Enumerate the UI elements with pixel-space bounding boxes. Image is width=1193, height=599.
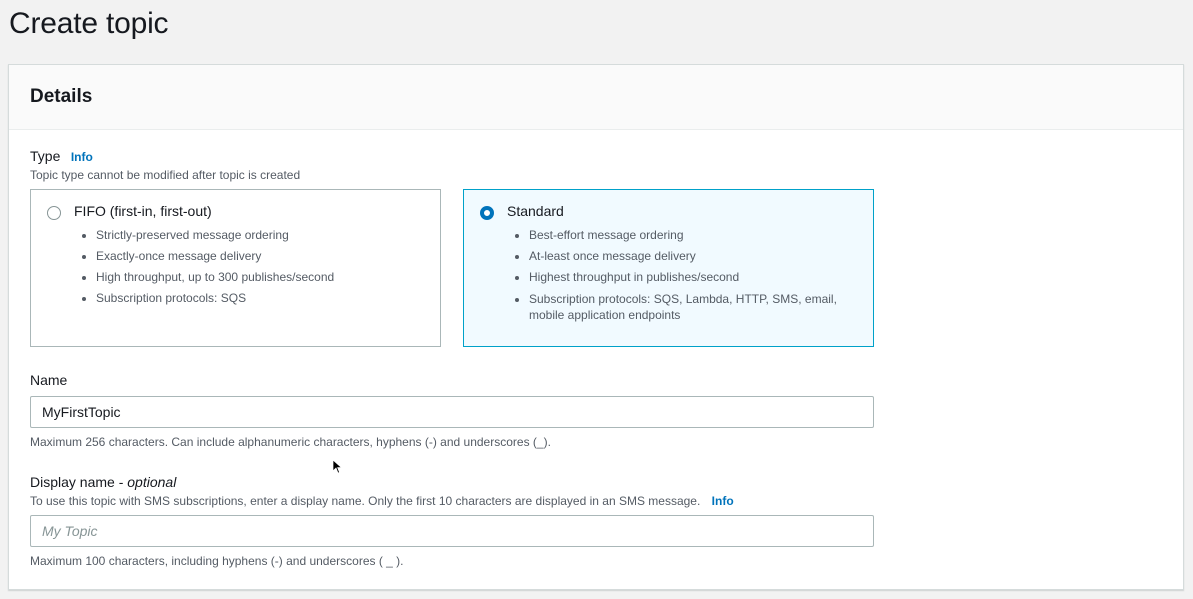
list-item: Best-effort message ordering <box>529 225 849 246</box>
type-option-fifo[interactable]: FIFO (first-in, first-out) Strictly-pres… <box>30 189 441 474</box>
list-item: Strictly-preserved message ordering <box>96 225 334 246</box>
fifo-features: Strictly-preserved message ordering Exac… <box>74 225 334 309</box>
display-name-label-row: Display name - optional <box>30 474 176 492</box>
details-panel-header: Details <box>9 65 1183 130</box>
list-item: High throughput, up to 300 publishes/sec… <box>96 267 334 288</box>
display-name-hint: Maximum 100 characters, including hyphen… <box>30 554 404 568</box>
details-panel: Details Type Info Topic type cannot be m… <box>8 64 1184 590</box>
type-info-link[interactable]: Info <box>71 150 93 164</box>
display-name-label: Display name - <box>30 474 128 490</box>
fifo-title: FIFO (first-in, first-out) <box>74 203 212 219</box>
display-name-description: To use this topic with SMS subscriptions… <box>30 494 701 508</box>
display-name-info-link[interactable]: Info <box>712 494 734 508</box>
page-title: Create topic <box>9 7 169 40</box>
radio-selected-icon[interactable] <box>480 206 494 220</box>
name-hint: Maximum 256 characters. Can include alph… <box>30 435 551 449</box>
type-description: Topic type cannot be modified after topi… <box>30 168 301 182</box>
display-name-description-row: To use this topic with SMS subscriptions… <box>30 494 734 508</box>
list-item: Exactly-once message delivery <box>96 246 334 267</box>
list-item: At-least once message delivery <box>529 246 849 267</box>
standard-title: Standard <box>507 203 564 219</box>
list-item: Highest throughput in publishes/second <box>529 267 849 288</box>
display-name-optional: optional <box>127 474 177 490</box>
mouse-pointer-icon <box>333 460 343 474</box>
details-title: Details <box>30 86 93 107</box>
type-label: Type <box>30 148 61 164</box>
type-option-standard[interactable]: Standard Best-effort message ordering At… <box>463 189 874 347</box>
name-label-row: Name <box>30 372 67 390</box>
type-label-row: Type Info <box>30 148 93 166</box>
standard-features: Best-effort message ordering At-least on… <box>507 225 849 323</box>
list-item: Subscription protocols: SQS, Lambda, HTT… <box>529 291 849 323</box>
list-item: Subscription protocols: SQS <box>96 288 334 309</box>
name-input[interactable] <box>30 396 874 428</box>
radio-unselected-icon[interactable] <box>47 206 61 220</box>
display-name-input[interactable] <box>30 515 874 547</box>
name-label: Name <box>30 372 68 388</box>
